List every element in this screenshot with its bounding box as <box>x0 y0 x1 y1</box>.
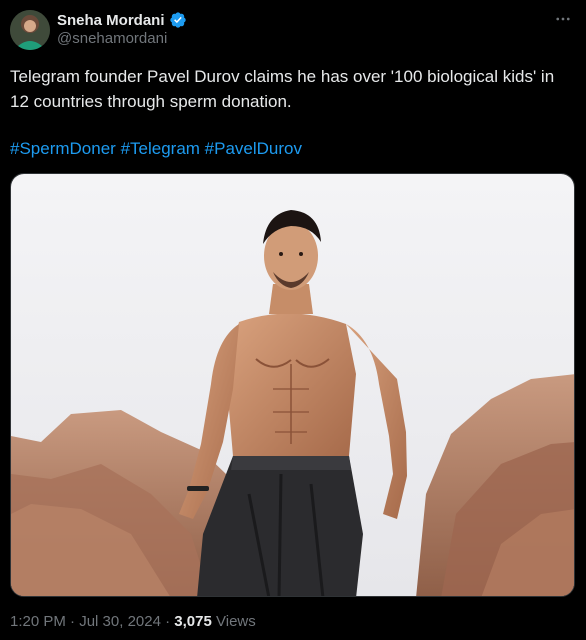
author-name-row: Sneha Mordani <box>57 10 187 30</box>
tweet-time[interactable]: 1:20 PM <box>10 613 66 630</box>
tweet-card: Sneha Mordani @snehamordani Telegram fou… <box>0 0 586 640</box>
hashtag-link[interactable]: #SpermDoner <box>10 139 116 158</box>
meta-separator: · <box>65 613 80 630</box>
tweet-text: Telegram founder Pavel Durov claims he h… <box>10 67 555 111</box>
author-display-name[interactable]: Sneha Mordani <box>57 12 165 29</box>
hashtag-list: #SpermDoner #Telegram #PavelDurov <box>10 136 302 161</box>
hashtag-link[interactable]: #Telegram <box>121 139 200 158</box>
more-options-icon[interactable] <box>552 8 574 30</box>
author-handle[interactable]: @snehamordani <box>57 30 167 47</box>
meta-separator: · <box>160 613 175 630</box>
verified-badge-icon <box>169 11 187 29</box>
hashtag-link[interactable]: #PavelDurov <box>205 139 302 158</box>
tweet-meta: 1:20 PM · Jul 30, 2024 · 3,075 Views <box>10 613 256 630</box>
tweet-photo[interactable] <box>10 173 575 597</box>
avatar[interactable] <box>10 10 50 50</box>
views-label: Views <box>211 613 256 630</box>
tweet-date[interactable]: Jul 30, 2024 <box>79 613 161 630</box>
views-count: 3,075 <box>174 613 212 630</box>
